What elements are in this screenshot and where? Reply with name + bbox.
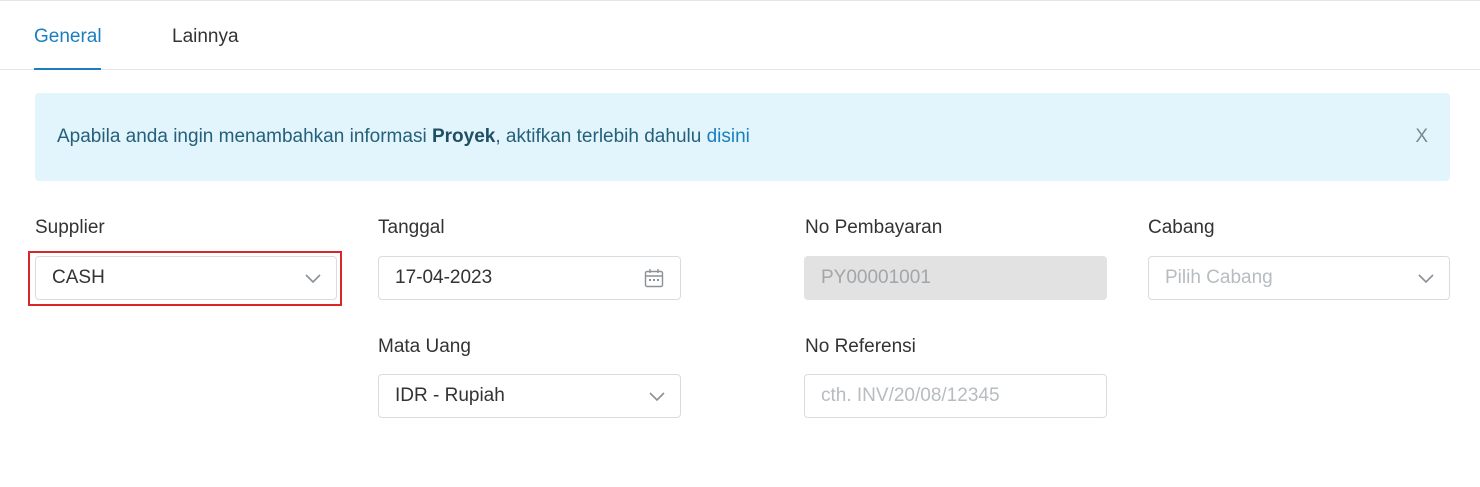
cabang-placeholder: Pilih Cabang <box>1165 267 1273 288</box>
tanggal-value: 17-04-2023 <box>395 267 493 288</box>
tab-bar: General Lainnya <box>0 1 1480 70</box>
cabang-label: Cabang <box>1148 217 1215 238</box>
no-referensi-label: No Referensi <box>805 336 916 357</box>
tanggal-label: Tanggal <box>378 217 445 238</box>
tanggal-date-input[interactable]: 17-04-2023 <box>378 256 681 300</box>
no-referensi-input[interactable]: cth. INV/20/08/12345 <box>804 374 1107 418</box>
no-pembayaran-label: No Pembayaran <box>805 217 943 238</box>
cabang-select[interactable]: Pilih Cabang <box>1148 256 1450 300</box>
alert-message: Apabila anda ingin menambahkan informasi… <box>57 93 750 181</box>
calendar-icon[interactable] <box>644 268 664 288</box>
tab-general[interactable]: General <box>34 1 102 70</box>
alert-text-before: Apabila anda ingin menambahkan informasi <box>57 126 432 147</box>
no-pembayaran-field: PY00001001 <box>804 256 1107 300</box>
alert-link-disini[interactable]: disini <box>707 126 750 147</box>
alert-close-button[interactable]: X <box>1415 93 1428 181</box>
supplier-highlight-box <box>28 251 342 306</box>
chevron-down-icon <box>649 392 665 402</box>
supplier-label: Supplier <box>35 217 105 238</box>
tab-lainnya[interactable]: Lainnya <box>172 1 239 70</box>
alert-bold-proyek: Proyek <box>431 126 496 147</box>
info-alert: Apabila anda ingin menambahkan informasi… <box>35 93 1450 181</box>
mata-uang-value: IDR - Rupiah <box>395 385 505 406</box>
mata-uang-label: Mata Uang <box>378 336 471 357</box>
no-pembayaran-value: PY00001001 <box>821 267 931 288</box>
no-referensi-placeholder: cth. INV/20/08/12345 <box>821 385 1000 406</box>
alert-text-after: , aktifkan terlebih dahulu <box>495 126 707 147</box>
mata-uang-select[interactable]: IDR - Rupiah <box>378 374 681 418</box>
chevron-down-icon <box>1418 274 1434 284</box>
payment-form-page: General Lainnya Apabila anda ingin menam… <box>0 0 1480 487</box>
